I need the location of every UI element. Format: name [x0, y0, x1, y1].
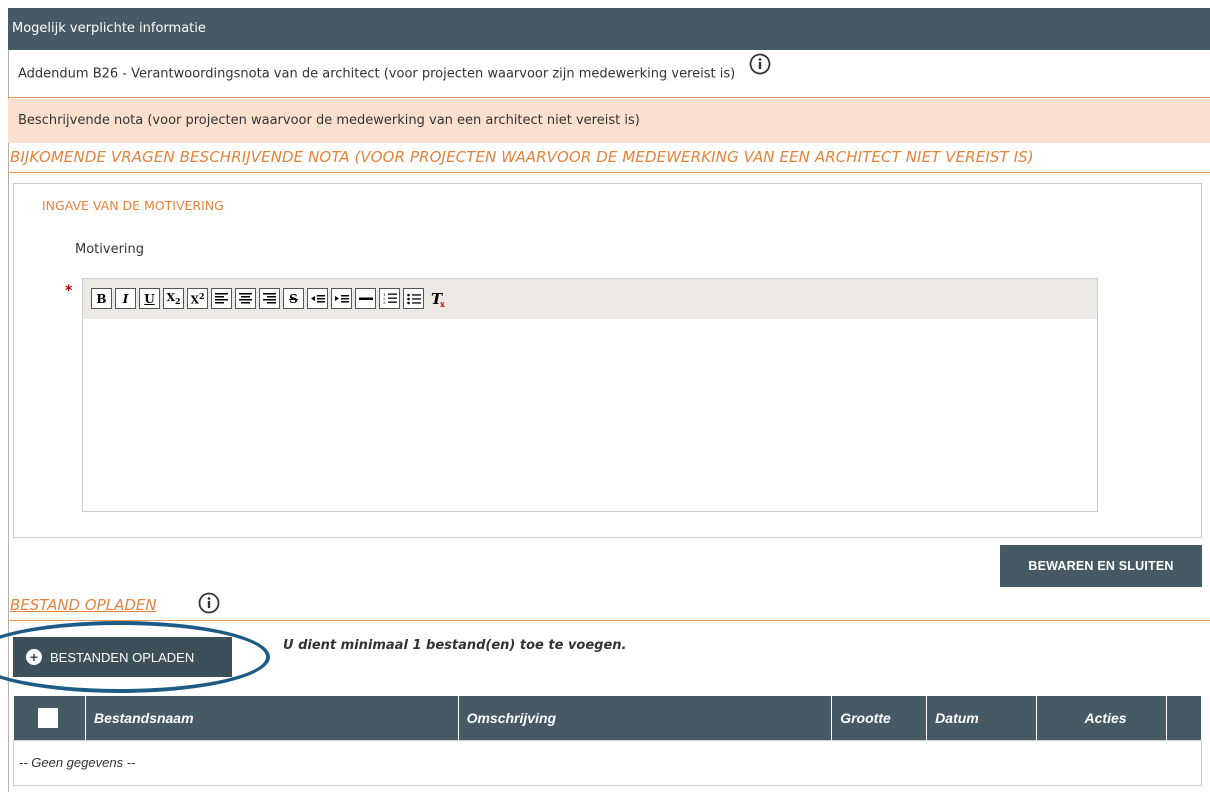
section-title: INGAVE VAN DE MOTIVERING	[42, 198, 224, 213]
addendum-row[interactable]: Addendum B26 - Verantwoordingsnota van d…	[8, 50, 1210, 98]
column-header[interactable]: Datum	[926, 696, 1038, 740]
divider	[8, 620, 1210, 621]
numbered-list-icon[interactable]: 123	[379, 288, 400, 309]
subscript-icon[interactable]: X2	[163, 288, 184, 309]
remove-format-icon[interactable]: Tx	[427, 288, 448, 309]
files-table: Bestandsnaam Omschrijving Grootte Datum …	[13, 696, 1203, 786]
table-row: -- Geen gegevens --	[13, 739, 1202, 786]
upload-files-button[interactable]: + BESTANDEN OPLADEN	[13, 637, 232, 677]
horizontal-rule-icon[interactable]	[355, 288, 376, 309]
svg-text:3: 3	[383, 300, 386, 305]
strikethrough-icon[interactable]: S	[283, 288, 304, 309]
section-header: Mogelijk verplichte informatie	[8, 8, 1210, 50]
align-right-icon[interactable]	[259, 288, 280, 309]
column-header[interactable]: Grootte	[831, 696, 928, 740]
column-header: Acties	[1036, 696, 1167, 740]
bijkomende-vragen-title: BIJKOMENDE VRAGEN BESCHRIJVENDE NOTA (VO…	[8, 143, 1210, 173]
table-header-row: Bestandsnaam Omschrijving Grootte Datum …	[13, 696, 1203, 740]
italic-icon[interactable]: I	[115, 288, 136, 309]
plus-icon: +	[26, 649, 42, 665]
save-close-button[interactable]: BEWAREN EN SLUITEN	[1000, 545, 1202, 587]
align-left-icon[interactable]	[211, 288, 232, 309]
upload-button-label: BESTANDEN OPLADEN	[50, 649, 195, 665]
svg-text:x: x	[440, 299, 445, 308]
rich-text-editor[interactable]: B I U X2 X2 S 123 Tx	[82, 278, 1098, 512]
info-icon[interactable]	[198, 592, 220, 618]
select-all-header[interactable]	[13, 696, 86, 740]
required-marker: *	[65, 283, 73, 299]
align-center-icon[interactable]	[235, 288, 256, 309]
bold-icon[interactable]: B	[91, 288, 112, 309]
outdent-icon[interactable]	[307, 288, 328, 309]
info-icon[interactable]	[749, 48, 771, 96]
column-header[interactable]: Bestandsnaam	[85, 696, 459, 740]
underline-icon[interactable]: U	[139, 288, 160, 309]
motivering-label: Motivering	[75, 242, 145, 257]
beschrijvende-nota-row[interactable]: Beschrijvende nota (voor projecten waarv…	[8, 99, 1210, 143]
column-header-spacer	[1166, 696, 1203, 740]
editor-toolbar: B I U X2 X2 S 123 Tx	[83, 279, 1097, 319]
select-all-checkbox[interactable]	[37, 707, 58, 728]
upload-hint: U dient minimaal 1 bestand(en) toe te vo…	[283, 638, 627, 653]
editor-text-area[interactable]	[83, 319, 1097, 511]
column-header[interactable]: Omschrijving	[458, 696, 833, 740]
empty-message: -- Geen gegevens --	[13, 739, 1202, 786]
addendum-label: Addendum B26 - Verantwoordingsnota van d…	[18, 66, 736, 82]
indent-icon[interactable]	[331, 288, 352, 309]
upload-title: BESTAND OPLADEN	[10, 596, 157, 614]
bulleted-list-icon[interactable]	[403, 288, 424, 309]
superscript-icon[interactable]: X2	[187, 288, 208, 309]
